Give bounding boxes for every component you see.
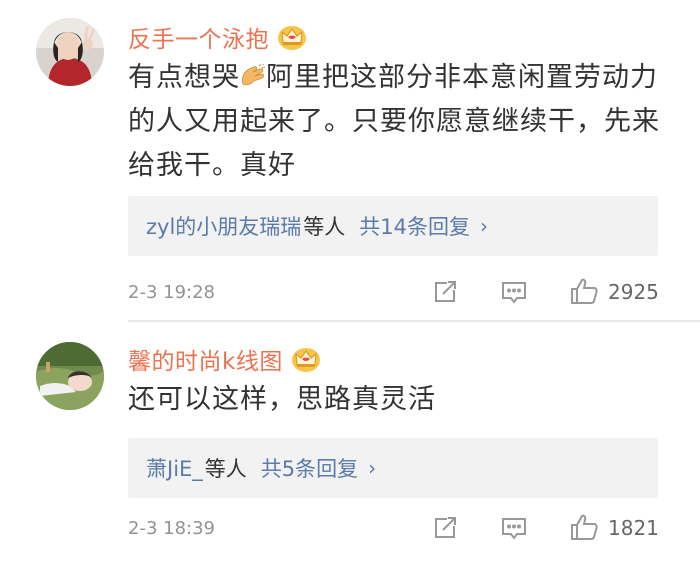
comment-item: 反手一个泳抱 有点想哭 阿里把这部分非本意闲置劳动力的人又用起来了。只要你愿意继续… — [0, 0, 700, 322]
crown-badge-icon — [277, 23, 307, 51]
comment-icon[interactable] — [500, 278, 528, 306]
reply-suffix: 等人 — [204, 457, 247, 481]
chevron-right-icon: › — [368, 456, 377, 480]
comment-icon[interactable] — [500, 514, 528, 542]
replies-preview-button[interactable]: 萧JiE_ 等人 共5条回复 › — [128, 438, 658, 498]
replies-preview-button[interactable]: zyl的小朋友瑞瑞 等人 共14条回复 › — [128, 196, 658, 256]
reply-count[interactable]: 共14条回复 — [359, 211, 470, 241]
repost-icon[interactable] — [431, 278, 459, 306]
comment-timestamp: 2-3 18:39 — [128, 517, 215, 539]
avatar[interactable] — [36, 18, 104, 86]
comment-timestamp: 2-3 19:28 — [128, 281, 215, 303]
crown-badge-icon — [291, 345, 321, 373]
like-thumb-icon[interactable] — [569, 512, 599, 542]
like-thumb-icon[interactable] — [569, 276, 599, 306]
reply-user-names[interactable]: zyl的小朋友瑞瑞 — [146, 211, 301, 241]
clapping-hands-emoji-icon — [240, 64, 266, 88]
comment-list: 反手一个泳抱 有点想哭 阿里把这部分非本意闲置劳动力的人又用起来了。只要你愿意继续… — [0, 0, 700, 564]
reply-count[interactable]: 共5条回复 — [261, 453, 358, 483]
comment-item: 馨的时尚k线图 还可以这样，思路真灵活 萧JiE_ 等人 共5条回复 › 2-3… — [0, 322, 700, 564]
reply-suffix: 等人 — [303, 215, 346, 239]
comment-text: 有点想哭 阿里把这部分非本意闲置劳动力的人又用起来了。只要你愿意继续干，先来给我干… — [128, 56, 673, 188]
username-text[interactable]: 馨的时尚k线图 — [128, 342, 283, 376]
reply-user-names[interactable]: 萧JiE_ — [146, 453, 203, 483]
avatar[interactable] — [36, 342, 104, 410]
username[interactable]: 反手一个泳抱 — [128, 20, 307, 54]
comment-text-part: 有点想哭 — [128, 62, 240, 93]
repost-icon[interactable] — [431, 514, 459, 542]
comment-meta-bar: 2-3 18:39 1821 — [128, 508, 673, 548]
like-count: 2925 — [608, 280, 659, 304]
like-count: 1821 — [608, 516, 659, 540]
username-text[interactable]: 反手一个泳抱 — [128, 20, 269, 54]
comment-meta-bar: 2-3 19:28 2925 — [128, 272, 673, 312]
chevron-right-icon: › — [480, 214, 489, 238]
username[interactable]: 馨的时尚k线图 — [128, 342, 321, 376]
comment-text: 还可以这样，思路真灵活 — [128, 384, 436, 415]
